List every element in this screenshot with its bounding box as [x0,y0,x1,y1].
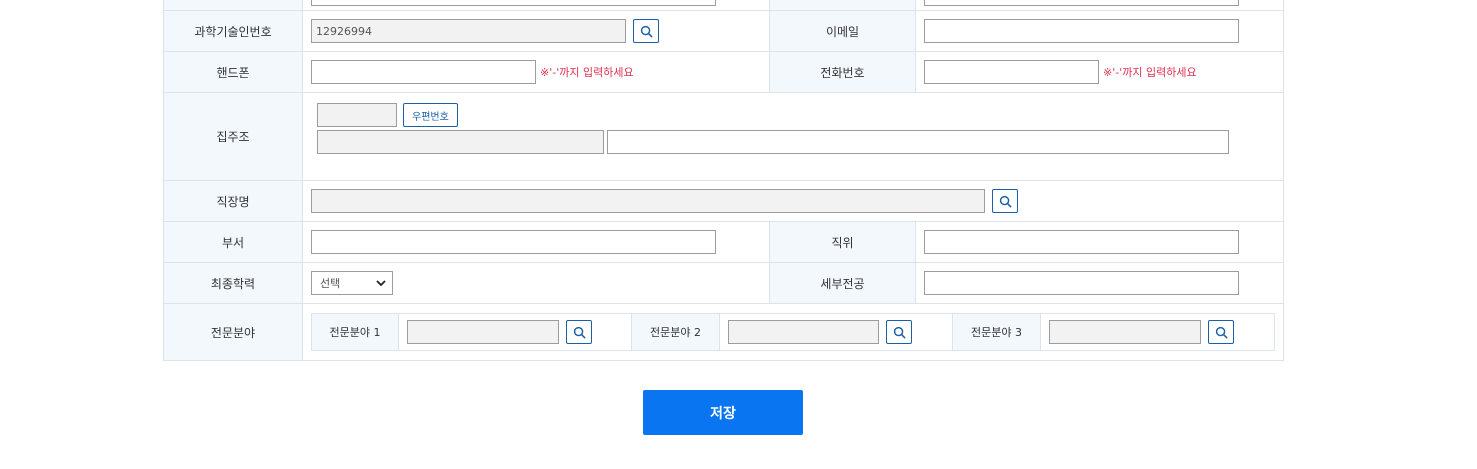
form-row-fields: 전문분야 전문분야 1 전문분야 2 전문분야 3 [163,303,1284,361]
address-line1-input[interactable] [317,130,604,154]
field-1-input[interactable] [407,320,559,344]
education-label: 최종학력 [163,262,303,304]
search-icon [1215,326,1227,338]
zip-code-input[interactable] [317,103,397,127]
field-3-label: 전문분야 3 [952,313,1041,351]
form-row-workplace: 직장명 [163,180,1284,222]
form-row-phones: 핸드폰 ※'-'까지 입력하세요 전화번호 ※'-'까지 입력하세요 [163,51,1284,93]
form-row-top-partial [163,0,1284,11]
phone-input[interactable] [924,60,1099,84]
position-label: 직위 [769,221,916,263]
form-row-address: 집주조 우편번호 [163,92,1284,181]
fields-label: 전문분야 [163,303,303,361]
field-1-label: 전문분야 1 [311,313,399,351]
search-icon [999,195,1011,207]
chevron-down-icon [376,279,386,286]
field-2-label: 전문분야 2 [631,313,720,351]
mobile-input[interactable] [311,60,536,84]
phone-note: ※'-'까지 입력하세요 [1103,66,1197,79]
workplace-search-button[interactable] [992,189,1018,213]
field-2-search-button[interactable] [886,320,912,344]
sci-id-search-button[interactable] [633,19,659,43]
field-1-search-button[interactable] [566,320,592,344]
field-3-search-button[interactable] [1208,320,1234,344]
email-input[interactable] [924,19,1239,43]
sci-id-input[interactable] [311,19,626,43]
position-input[interactable] [924,230,1239,254]
search-icon [573,326,585,338]
major-label: 세부전공 [769,262,916,304]
top-partial-input-right[interactable] [924,0,1239,6]
form-row-dept: 부서 직위 [163,221,1284,263]
top-partial-input[interactable] [311,0,716,6]
department-input[interactable] [311,230,716,254]
search-icon [893,326,905,338]
mobile-label: 핸드폰 [163,51,303,93]
form-row-education: 최종학력 선택 세부전공 [163,262,1284,304]
sci-id-label: 과학기술인번호 [163,10,303,52]
education-select-value: 선택 [320,277,341,290]
major-input[interactable] [924,271,1239,295]
field-3-input[interactable] [1049,320,1201,344]
address-line2-input[interactable] [607,130,1229,154]
member-info-form: 과학기술인번호 이메일 핸드폰 ※'-'까지 입력하세요 전화번호 [163,0,1284,361]
workplace-label: 직장명 [163,180,303,222]
mobile-note: ※'-'까지 입력하세요 [540,66,634,79]
department-label: 부서 [163,221,303,263]
email-label: 이메일 [769,10,916,52]
workplace-input[interactable] [311,189,985,213]
education-select[interactable]: 선택 [311,271,393,295]
save-button[interactable]: 저장 [643,390,803,435]
form-row-sci-id: 과학기술인번호 이메일 [163,10,1284,52]
zip-search-button[interactable]: 우편번호 [403,103,458,127]
address-label: 집주조 [163,92,303,181]
search-icon [640,25,652,37]
fields-table: 전문분야 1 전문분야 2 전문분야 3 [311,313,1275,351]
field-2-input[interactable] [728,320,879,344]
phone-label: 전화번호 [769,51,916,93]
